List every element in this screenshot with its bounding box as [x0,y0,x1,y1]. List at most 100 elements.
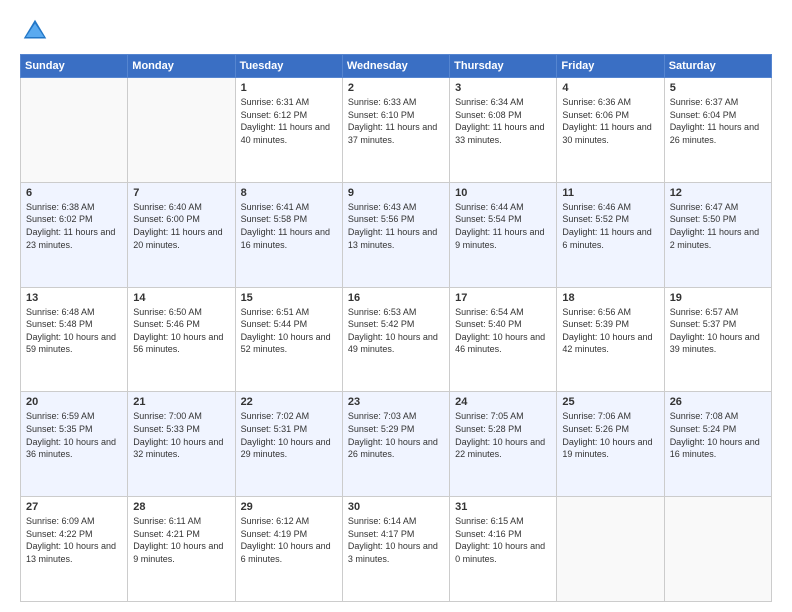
day-info: Sunrise: 6:34 AM Sunset: 6:08 PM Dayligh… [455,96,551,146]
table-row: 10 Sunrise: 6:44 AM Sunset: 5:54 PM Dayli… [450,182,557,287]
day-number: 26 [670,396,766,408]
table-row: 29Sunrise: 6:12 AM Sunset: 4:19 PM Dayli… [235,497,342,602]
table-row: 21Sunrise: 7:00 AM Sunset: 5:33 PM Dayli… [128,392,235,497]
table-row [557,497,664,602]
day-number: 2 [348,82,444,94]
day-info: Sunrise: 6:57 AM Sunset: 5:37 PM Dayligh… [670,306,766,356]
weekday-saturday: Saturday [664,55,771,78]
logo-icon [20,16,50,46]
day-number: 5 [670,82,766,94]
day-number: 29 [241,501,337,513]
weekday-friday: Friday [557,55,664,78]
table-row: 28 Sunrise: 6:11 AM Sunset: 4:21 PM Dayli… [128,497,235,602]
calendar-row-4: 20Sunrise: 6:59 AM Sunset: 5:35 PM Dayli… [21,392,772,497]
table-row: 2 Sunrise: 6:33 AM Sunset: 6:10 PM Daylig… [342,78,449,183]
weekday-tuesday: Tuesday [235,55,342,78]
day-info: Sunrise: 7:03 AM Sunset: 5:29 PM Dayligh… [348,410,444,460]
table-row: 9 Sunrise: 6:43 AM Sunset: 5:56 PM Daylig… [342,182,449,287]
day-number: 16 [348,292,444,304]
day-number: 7 [133,187,229,199]
day-number: 31 [455,501,551,513]
table-row: 3 Sunrise: 6:34 AM Sunset: 6:08 PM Daylig… [450,78,557,183]
day-number: 18 [562,292,658,304]
table-row: 4 Sunrise: 6:36 AM Sunset: 6:06 PM Daylig… [557,78,664,183]
day-number: 1 [241,82,337,94]
table-row: 19 Sunrise: 6:57 AM Sunset: 5:37 PM Dayli… [664,287,771,392]
table-row: 16 Sunrise: 6:53 AM Sunset: 5:42 PM Dayli… [342,287,449,392]
weekday-sunday: Sunday [21,55,128,78]
day-number: 13 [26,292,122,304]
weekday-header-row: SundayMondayTuesdayWednesdayThursdayFrid… [21,55,772,78]
table-row: 12 Sunrise: 6:47 AM Sunset: 5:50 PM Dayli… [664,182,771,287]
table-row [664,497,771,602]
day-info: Sunrise: 7:00 AM Sunset: 5:33 PM Dayligh… [133,410,229,460]
day-number: 28 [133,501,229,513]
table-row: 7Sunrise: 6:40 AM Sunset: 6:00 PM Daylig… [128,182,235,287]
day-info: Sunrise: 6:51 AM Sunset: 5:44 PM Dayligh… [241,306,337,356]
day-number: 9 [348,187,444,199]
header [20,16,772,46]
table-row: 6Sunrise: 6:38 AM Sunset: 6:02 PM Daylig… [21,182,128,287]
day-number: 24 [455,396,551,408]
day-info: Sunrise: 7:06 AM Sunset: 5:26 PM Dayligh… [562,410,658,460]
day-info: Sunrise: 6:37 AM Sunset: 6:04 PM Dayligh… [670,96,766,146]
day-number: 19 [670,292,766,304]
calendar-row-2: 6Sunrise: 6:38 AM Sunset: 6:02 PM Daylig… [21,182,772,287]
calendar-table: SundayMondayTuesdayWednesdayThursdayFrid… [20,54,772,602]
day-info: Sunrise: 6:14 AM Sunset: 4:17 PM Dayligh… [348,515,444,565]
day-number: 25 [562,396,658,408]
weekday-thursday: Thursday [450,55,557,78]
day-info: Sunrise: 6:47 AM Sunset: 5:50 PM Dayligh… [670,201,766,251]
table-row: 14 Sunrise: 6:50 AM Sunset: 5:46 PM Dayli… [128,287,235,392]
table-row: 31 Sunrise: 6:15 AM Sunset: 4:16 PM Dayli… [450,497,557,602]
day-number: 30 [348,501,444,513]
day-info: Sunrise: 7:05 AM Sunset: 5:28 PM Dayligh… [455,410,551,460]
day-number: 4 [562,82,658,94]
table-row: 25 Sunrise: 7:06 AM Sunset: 5:26 PM Dayli… [557,392,664,497]
table-row: 30 Sunrise: 6:14 AM Sunset: 4:17 PM Dayli… [342,497,449,602]
day-info: Sunrise: 6:46 AM Sunset: 5:52 PM Dayligh… [562,201,658,251]
day-number: 17 [455,292,551,304]
table-row: 26 Sunrise: 7:08 AM Sunset: 5:24 PM Dayli… [664,392,771,497]
table-row: 1Sunrise: 6:31 AM Sunset: 6:12 PM Daylig… [235,78,342,183]
table-row [21,78,128,183]
table-row: 22Sunrise: 7:02 AM Sunset: 5:31 PM Dayli… [235,392,342,497]
day-info: Sunrise: 6:15 AM Sunset: 4:16 PM Dayligh… [455,515,551,565]
day-info: Sunrise: 7:08 AM Sunset: 5:24 PM Dayligh… [670,410,766,460]
day-info: Sunrise: 6:56 AM Sunset: 5:39 PM Dayligh… [562,306,658,356]
calendar-row-1: 1Sunrise: 6:31 AM Sunset: 6:12 PM Daylig… [21,78,772,183]
day-number: 15 [241,292,337,304]
day-number: 3 [455,82,551,94]
day-info: Sunrise: 6:41 AM Sunset: 5:58 PM Dayligh… [241,201,337,251]
day-info: Sunrise: 6:44 AM Sunset: 5:54 PM Dayligh… [455,201,551,251]
table-row: 27Sunrise: 6:09 AM Sunset: 4:22 PM Dayli… [21,497,128,602]
table-row: 23Sunrise: 7:03 AM Sunset: 5:29 PM Dayli… [342,392,449,497]
table-row: 17 Sunrise: 6:54 AM Sunset: 5:40 PM Dayli… [450,287,557,392]
page: SundayMondayTuesdayWednesdayThursdayFrid… [0,0,792,612]
weekday-monday: Monday [128,55,235,78]
day-number: 22 [241,396,337,408]
day-info: Sunrise: 6:11 AM Sunset: 4:21 PM Dayligh… [133,515,229,565]
day-number: 12 [670,187,766,199]
day-number: 11 [562,187,658,199]
day-info: Sunrise: 6:50 AM Sunset: 5:46 PM Dayligh… [133,306,229,356]
day-info: Sunrise: 6:53 AM Sunset: 5:42 PM Dayligh… [348,306,444,356]
weekday-wednesday: Wednesday [342,55,449,78]
day-info: Sunrise: 6:54 AM Sunset: 5:40 PM Dayligh… [455,306,551,356]
day-info: Sunrise: 6:48 AM Sunset: 5:48 PM Dayligh… [26,306,122,356]
day-number: 14 [133,292,229,304]
day-number: 8 [241,187,337,199]
day-info: Sunrise: 6:36 AM Sunset: 6:06 PM Dayligh… [562,96,658,146]
day-info: Sunrise: 6:43 AM Sunset: 5:56 PM Dayligh… [348,201,444,251]
table-row: 18 Sunrise: 6:56 AM Sunset: 5:39 PM Dayli… [557,287,664,392]
logo [20,16,56,46]
day-number: 27 [26,501,122,513]
table-row: 15 Sunrise: 6:51 AM Sunset: 5:44 PM Dayli… [235,287,342,392]
table-row: 24 Sunrise: 7:05 AM Sunset: 5:28 PM Dayli… [450,392,557,497]
day-info: Sunrise: 6:33 AM Sunset: 6:10 PM Dayligh… [348,96,444,146]
table-row: 13 Sunrise: 6:48 AM Sunset: 5:48 PM Dayli… [21,287,128,392]
calendar-row-3: 13 Sunrise: 6:48 AM Sunset: 5:48 PM Dayli… [21,287,772,392]
table-row: 20Sunrise: 6:59 AM Sunset: 5:35 PM Dayli… [21,392,128,497]
day-number: 10 [455,187,551,199]
day-info: Sunrise: 6:59 AM Sunset: 5:35 PM Dayligh… [26,410,122,460]
